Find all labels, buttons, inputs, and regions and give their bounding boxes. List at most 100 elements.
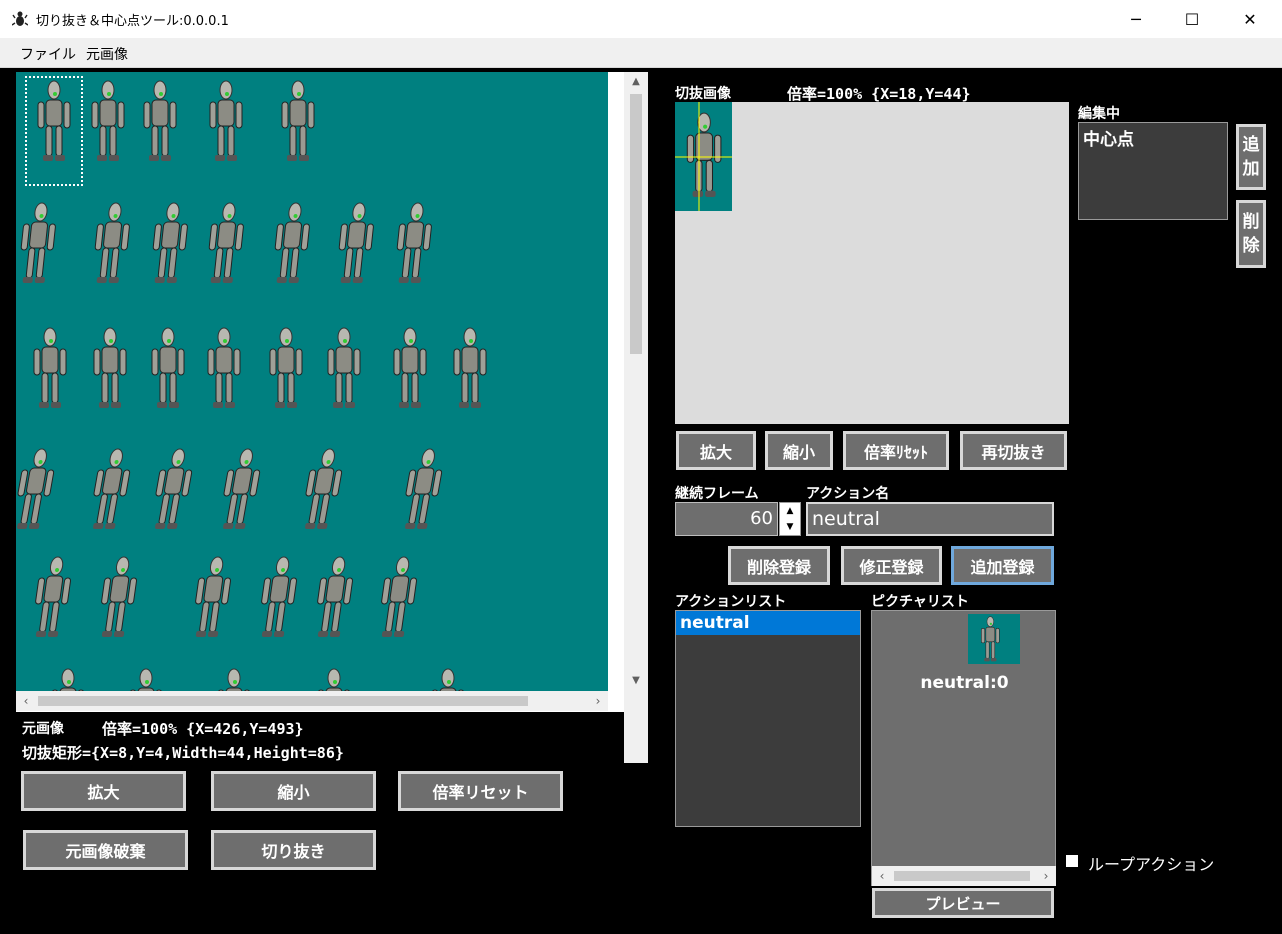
loop-action-checkbox[interactable] — [1065, 854, 1079, 868]
vertical-scrollbar[interactable]: ▲ ▼ — [624, 72, 648, 763]
horizontal-scrollbar[interactable]: ‹ › — [16, 691, 608, 711]
action-name-label: アクション名 — [806, 486, 890, 502]
robot-sprite — [327, 327, 361, 408]
add-button-char: 加 — [1242, 159, 1260, 179]
cut-image-label: 切抜画像 — [675, 86, 731, 102]
robot-sprite — [208, 202, 244, 283]
scroll-right-icon[interactable]: › — [1036, 866, 1056, 886]
robot-sprite — [93, 327, 127, 408]
robot-sprite — [33, 327, 67, 408]
recut-button[interactable]: 再切抜き — [960, 431, 1067, 470]
source-image-canvas[interactable] — [16, 72, 608, 691]
crop-rect-text: 切抜矩形={X=8,Y=4,Width=44,Height=86} — [22, 744, 344, 762]
spin-down-icon[interactable]: ▼ — [780, 519, 800, 535]
picture-list[interactable]: neutral:0 — [871, 610, 1056, 886]
add-button-char: 追 — [1242, 135, 1260, 155]
sprite-sheet — [17, 80, 487, 691]
scroll-thumb[interactable] — [630, 94, 642, 354]
scroll-right-icon[interactable]: › — [588, 691, 608, 711]
robot-sprite — [269, 327, 303, 408]
delete-register-button[interactable]: 削除登録 — [728, 546, 830, 585]
picture-label: neutral:0 — [920, 673, 1009, 693]
menu-file[interactable]: ファイル — [20, 44, 76, 64]
robot-sprite — [152, 202, 188, 283]
editing-list[interactable]: 中心点 — [1078, 122, 1228, 220]
app-icon — [12, 11, 28, 26]
minimize-button[interactable]: ─ — [1107, 0, 1165, 38]
action-name-input[interactable]: neutral — [806, 502, 1054, 536]
frame-count-input[interactable]: 60 — [675, 502, 778, 536]
robot-sprite — [91, 80, 125, 161]
robot-sprite — [405, 448, 443, 529]
picture-thumbnail[interactable] — [968, 614, 1020, 664]
scroll-thumb[interactable] — [38, 696, 528, 706]
robot-sprite — [20, 202, 56, 283]
scroll-down-icon[interactable]: ▼ — [624, 671, 648, 691]
cut-zoom-text: 倍率=100% {X=18,Y=44} — [787, 85, 971, 103]
menu-source-image[interactable]: 元画像 — [86, 44, 128, 64]
robot-sprite — [209, 80, 243, 161]
preview-button[interactable]: プレビュー — [872, 888, 1054, 918]
add-register-button[interactable]: 追加登録 — [951, 546, 1054, 585]
window-title: 切り抜き＆中心点ツール:0.0.0.1 — [36, 14, 229, 29]
source-zoom-in-button[interactable]: 拡大 — [21, 771, 186, 811]
robot-sprite — [432, 668, 464, 691]
editing-label: 編集中 — [1078, 106, 1120, 122]
robot-sprite — [686, 112, 722, 198]
robot-sprite — [130, 668, 162, 691]
robot-sprite — [143, 80, 177, 161]
cut-button[interactable]: 切り抜き — [211, 830, 376, 870]
robot-sprite — [35, 556, 72, 637]
action-list-label: アクションリスト — [675, 594, 787, 610]
robot-sprite — [223, 448, 261, 529]
cut-zoom-out-button[interactable]: 縮小 — [765, 431, 833, 470]
modify-register-button[interactable]: 修正登録 — [841, 546, 942, 585]
spin-up-icon[interactable]: ▲ — [780, 503, 800, 519]
robot-sprite — [17, 448, 55, 529]
editing-item[interactable]: 中心点 — [1079, 123, 1227, 152]
maximize-button[interactable]: ☐ — [1163, 0, 1221, 38]
robot-sprite — [453, 327, 487, 408]
frame-spinner[interactable]: ▲ ▼ — [779, 502, 801, 536]
title-bar: 切り抜き＆中心点ツール:0.0.0.1 ─ ☐ ✕ — [0, 0, 1282, 38]
close-button[interactable]: ✕ — [1221, 0, 1279, 38]
action-list[interactable]: neutral — [675, 610, 861, 827]
robot-sprite — [318, 668, 350, 691]
robot-sprite — [305, 448, 343, 529]
menu-bar: ファイル 元画像 — [0, 38, 1282, 68]
scroll-left-icon[interactable]: ‹ — [16, 691, 36, 711]
source-label: 元画像 — [22, 721, 64, 737]
discard-source-button[interactable]: 元画像破棄 — [23, 830, 188, 870]
robot-sprite — [93, 448, 131, 529]
delete-button-char: 除 — [1242, 236, 1260, 256]
robot-sprite — [94, 202, 130, 283]
scroll-up-icon[interactable]: ▲ — [624, 72, 648, 92]
source-zoom-text: 倍率=100% {X=426,Y=493} — [102, 720, 304, 738]
robot-sprite — [317, 556, 354, 637]
list-item[interactable]: neutral — [676, 611, 860, 635]
cut-zoom-reset-button[interactable]: 倍率ﾘｾｯﾄ — [843, 431, 949, 470]
delete-button-char: 削 — [1242, 212, 1260, 232]
robot-sprite — [338, 202, 374, 283]
robot-sprite — [195, 556, 232, 637]
add-editing-button[interactable]: 追 加 — [1236, 124, 1266, 190]
robot-sprite — [207, 327, 241, 408]
robot-sprite — [393, 327, 427, 408]
frame-label: 継続フレーム — [675, 486, 759, 502]
scroll-thumb[interactable] — [894, 871, 1030, 881]
picture-list-scrollbar[interactable]: ‹ › — [872, 866, 1056, 886]
loop-action-label: ループアクション — [1088, 855, 1215, 874]
delete-editing-button[interactable]: 削 除 — [1236, 200, 1266, 268]
source-image-viewer[interactable]: ▲ ▼ — [16, 72, 648, 763]
robot-sprite — [151, 327, 185, 408]
source-zoom-reset-button[interactable]: 倍率リセット — [398, 771, 563, 811]
crop-selection-rect[interactable] — [25, 76, 83, 186]
source-zoom-out-button[interactable]: 縮小 — [211, 771, 376, 811]
robot-sprite — [261, 556, 298, 637]
picture-list-label: ピクチャリスト — [871, 594, 969, 610]
robot-sprite — [281, 80, 315, 161]
robot-sprite — [381, 556, 418, 637]
scroll-left-icon[interactable]: ‹ — [872, 866, 892, 886]
cut-zoom-in-button[interactable]: 拡大 — [676, 431, 756, 470]
cut-image-viewer[interactable] — [675, 102, 1069, 424]
